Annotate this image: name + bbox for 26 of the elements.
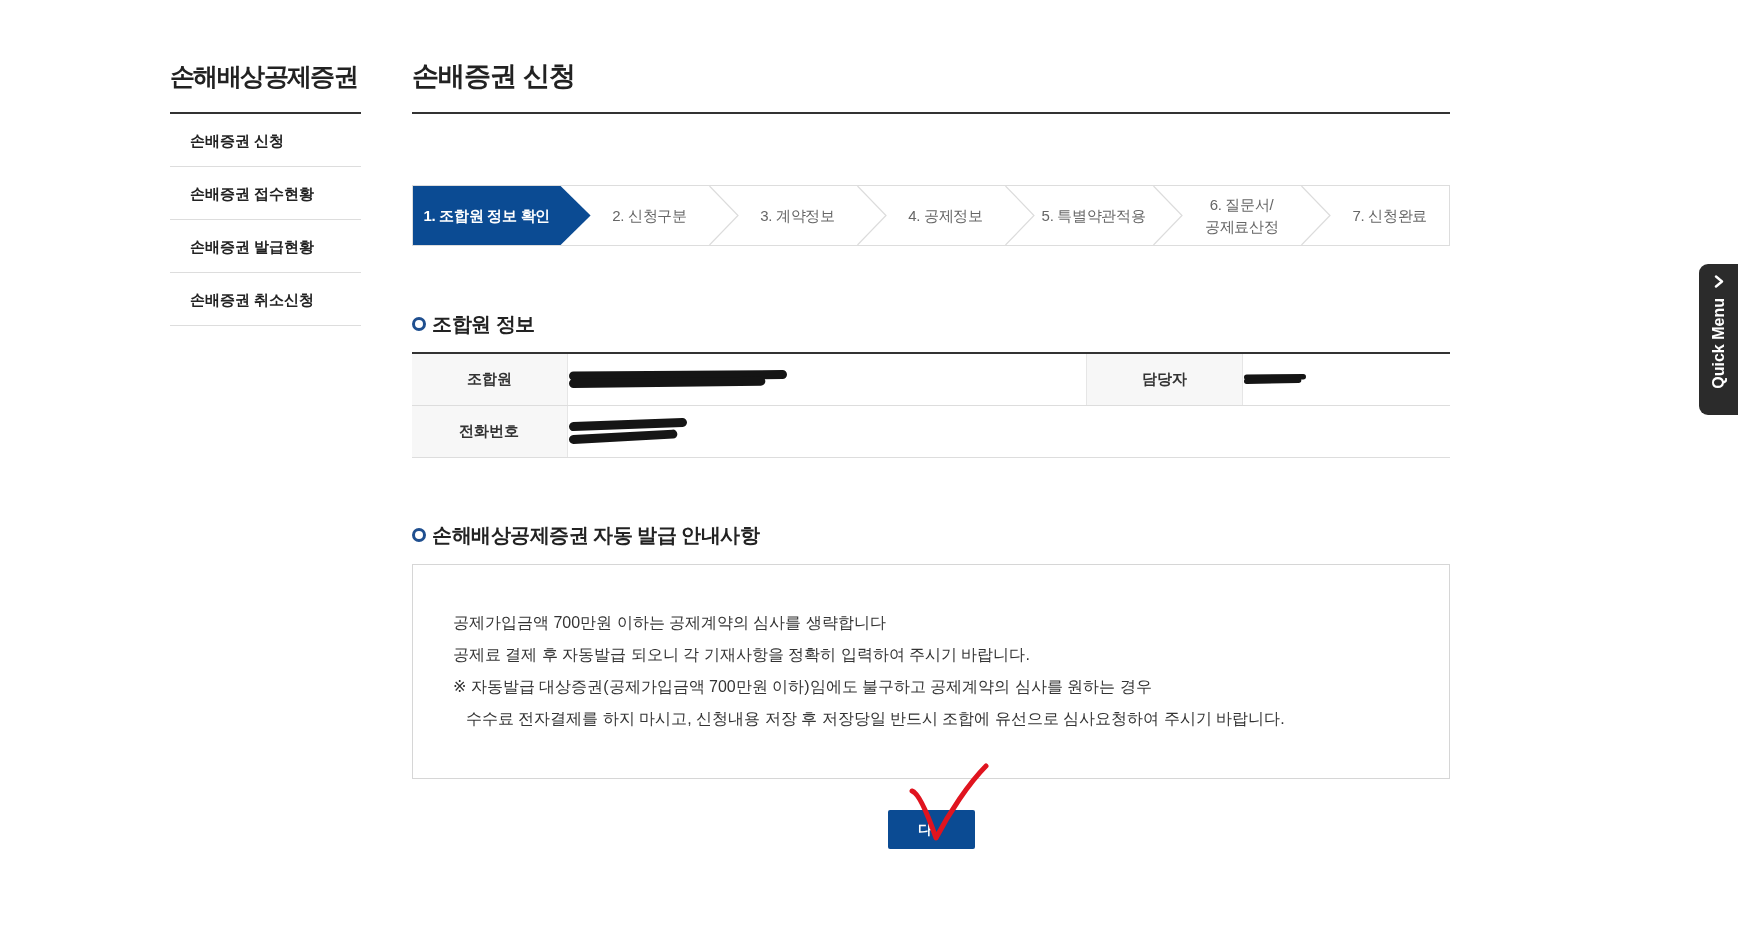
page-title: 손배증권 신청: [412, 56, 1450, 114]
sidebar-title: 손해배상공제증권: [170, 56, 361, 114]
chevron-right-icon: [1713, 275, 1724, 288]
section-title: 조합원 정보: [432, 312, 535, 337]
progress-step: 3. 계약정보: [738, 186, 857, 245]
quick-menu-tab[interactable]: Quick Menu: [1699, 264, 1738, 415]
field-label: 조합원: [412, 353, 567, 405]
progress-step: 4. 공제정보: [886, 186, 1005, 245]
progress-step: 7. 신청완료: [1330, 186, 1449, 245]
section-title: 손해배상공제증권 자동 발급 안내사항: [432, 522, 760, 548]
progress-step: 5. 특별약관적용: [1034, 186, 1153, 245]
field-label: 담당자: [1086, 353, 1242, 405]
progress-step: 2. 신청구분: [590, 186, 709, 245]
ring-icon: [412, 527, 426, 542]
field-label: 전화번호: [412, 405, 567, 457]
sidebar-link[interactable]: 손배증권 신청: [170, 114, 361, 167]
ring-icon: [412, 317, 426, 331]
sidebar-link[interactable]: 손배증권 취소신청: [170, 273, 361, 326]
notice-text: 수수료 전자결제를 하지 마시고, 신청내용 저장 후 저장당일 반드시 조합에 유선으로 심사요청하여 주시기 바랍니다.: [465, 708, 1286, 729]
progress-step: 1. 조합원 정보 확인: [413, 186, 591, 245]
notice-text: 공제료 결제 후 자동발급 되오니 각 기재사항을 정확히 입력하여 주시기 바랍니다.: [453, 644, 1031, 665]
sidebar-link[interactable]: 손배증권 발급현황: [170, 220, 361, 273]
sidebar-link[interactable]: 손배증권 접수현황: [170, 167, 361, 220]
notice-text: ※ 자동발급 대상증권(공제가입금액 700만원 이하)임에도 불구하고 공제계약의 심사를 원하는 경우: [453, 676, 1153, 697]
progress-step: 6. 질문서/ 공제료산정: [1182, 186, 1301, 245]
notice-text: 공제가입금액 700만원 이하는 공제계약의 심사를 생략합니다: [453, 612, 887, 633]
